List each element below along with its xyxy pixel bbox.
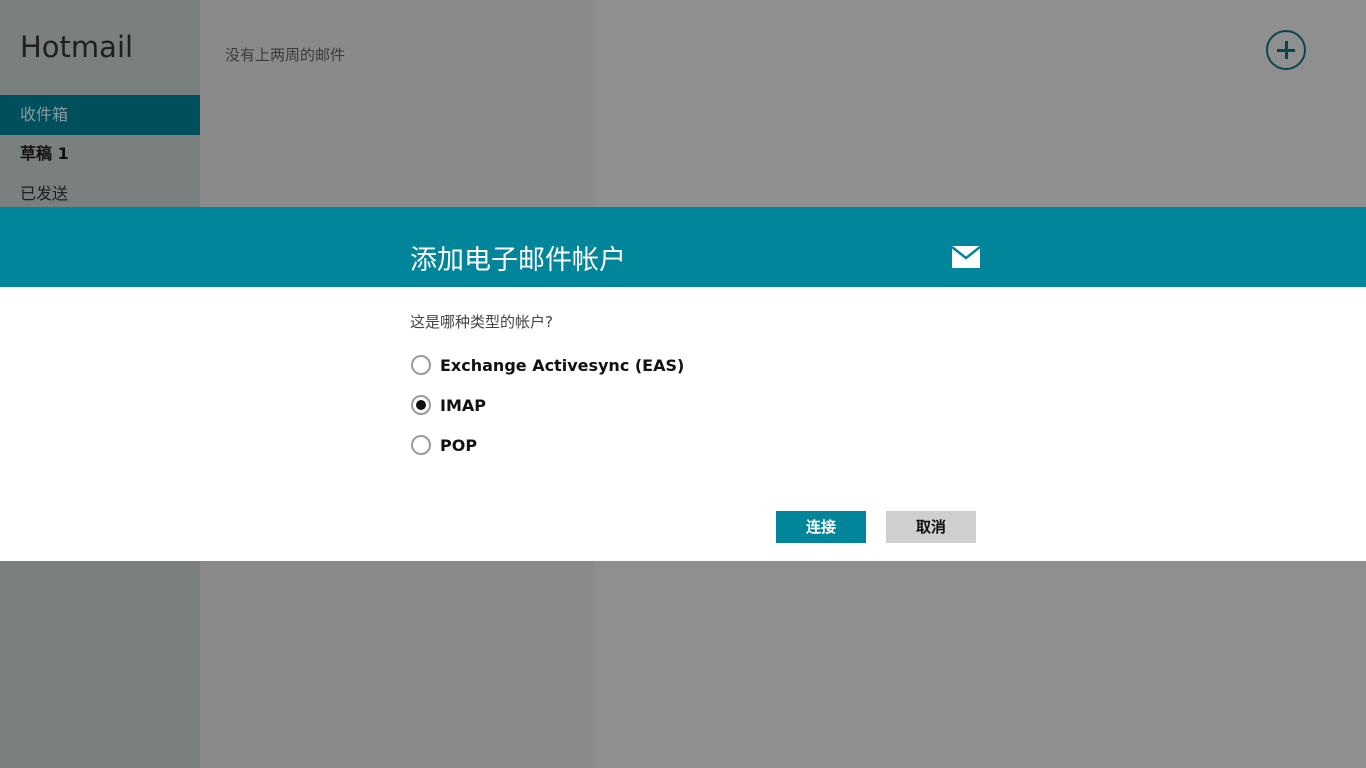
app-title: Hotmail: [20, 30, 134, 64]
radio-option-eas[interactable]: Exchange Activesync (EAS): [411, 352, 684, 378]
radio-button-eas[interactable]: [411, 355, 431, 375]
cancel-button[interactable]: 取消: [886, 511, 976, 543]
dialog-title: 添加电子邮件帐户: [410, 245, 626, 276]
connect-button[interactable]: 连接: [776, 511, 866, 543]
radio-option-imap[interactable]: IMAP: [411, 392, 486, 418]
radio-button-imap[interactable]: [411, 395, 431, 415]
account-type-question: 这是哪种类型的帐户?: [410, 313, 553, 331]
folder-item-inbox[interactable]: 收件箱: [0, 95, 200, 135]
envelope-icon: [952, 246, 980, 268]
add-icon[interactable]: [1266, 30, 1306, 70]
dialog-header: [0, 207, 1366, 287]
radio-label-eas: Exchange Activesync (EAS): [440, 355, 685, 375]
empty-list-message: 没有上两周的邮件: [225, 46, 346, 64]
radio-label-pop: POP: [440, 435, 478, 455]
radio-option-pop[interactable]: POP: [411, 432, 477, 458]
folder-item-drafts[interactable]: 草稿 1: [0, 134, 200, 174]
radio-button-pop[interactable]: [411, 435, 431, 455]
radio-label-imap: IMAP: [440, 395, 486, 415]
dialog-body: [0, 287, 1366, 561]
